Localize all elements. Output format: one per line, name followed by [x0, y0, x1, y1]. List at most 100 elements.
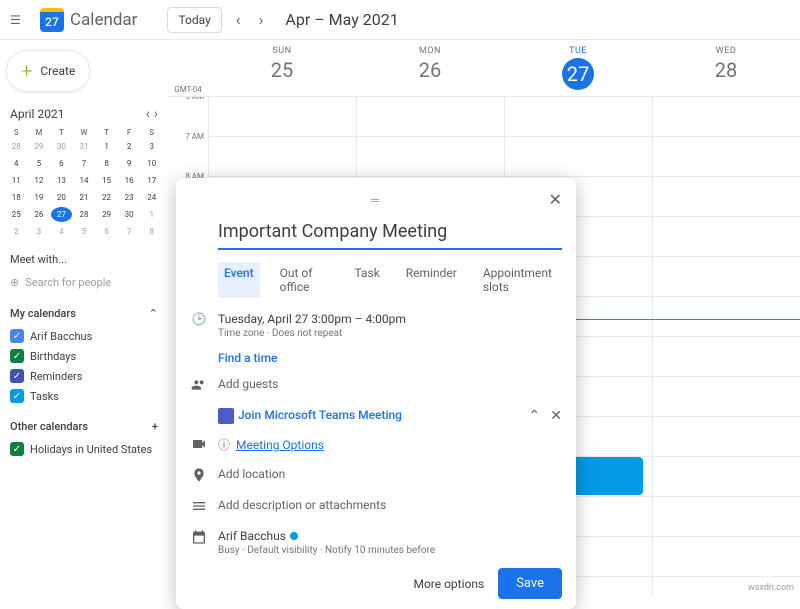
- mini-prev-button[interactable]: ‹: [146, 106, 150, 122]
- calendar-item[interactable]: ✓Birthdays: [6, 346, 162, 366]
- time-slot[interactable]: [653, 177, 800, 217]
- time-slot[interactable]: [209, 137, 356, 177]
- collapse-conference-button[interactable]: ⌃: [529, 408, 541, 424]
- calendar-item[interactable]: ✓Holidays in United States: [6, 439, 162, 459]
- time-slot[interactable]: [653, 417, 800, 457]
- time-slot[interactable]: [357, 97, 504, 137]
- search-people-input[interactable]: ⊕ Search for people: [6, 272, 162, 293]
- mini-day[interactable]: 27: [51, 207, 72, 222]
- add-description-input[interactable]: Add description or attachments: [218, 498, 562, 512]
- organizer-settings[interactable]: Busy · Default visibility · Notify 10 mi…: [218, 545, 562, 556]
- hamburger-icon[interactable]: ☰: [10, 13, 30, 27]
- checkbox-icon[interactable]: ✓: [10, 442, 24, 456]
- mini-day[interactable]: 22: [96, 190, 117, 205]
- mini-day[interactable]: 7: [74, 156, 95, 171]
- mini-day[interactable]: 1: [141, 207, 162, 222]
- mini-day[interactable]: 25: [6, 207, 27, 222]
- mini-day[interactable]: 5: [29, 156, 50, 171]
- mini-day[interactable]: 4: [51, 224, 72, 239]
- more-options-button[interactable]: More options: [413, 577, 484, 591]
- chevron-up-icon[interactable]: ⌃: [149, 307, 158, 320]
- time-slot[interactable]: [653, 337, 800, 377]
- event-title-input[interactable]: [218, 217, 562, 250]
- event-datetime[interactable]: Tuesday, April 27 3:00pm – 4:00pm: [218, 312, 562, 326]
- event-tz-repeat[interactable]: Time zone · Does not repeat: [218, 328, 562, 339]
- day-header[interactable]: WED28: [652, 40, 800, 96]
- other-calendars-label[interactable]: Other calendars: [10, 420, 88, 433]
- mini-day[interactable]: 30: [119, 207, 140, 222]
- day-header[interactable]: TUE27: [504, 40, 652, 96]
- mini-day[interactable]: 6: [96, 224, 117, 239]
- time-slot[interactable]: [653, 377, 800, 417]
- time-slot[interactable]: [653, 137, 800, 177]
- mini-day[interactable]: 9: [119, 156, 140, 171]
- app-logo[interactable]: 27 Calendar: [40, 8, 137, 32]
- mini-day[interactable]: 6: [51, 156, 72, 171]
- mini-day[interactable]: 7: [119, 224, 140, 239]
- close-dialog-button[interactable]: ✕: [549, 190, 562, 209]
- time-slot[interactable]: [653, 257, 800, 297]
- event-type-tab[interactable]: Out of office: [274, 262, 335, 298]
- time-slot[interactable]: [653, 97, 800, 137]
- time-slot[interactable]: [357, 137, 504, 177]
- prev-period-button[interactable]: ‹: [232, 6, 245, 33]
- mini-day[interactable]: 16: [119, 173, 140, 188]
- join-teams-link[interactable]: Join Microsoft Teams Meeting: [238, 408, 402, 422]
- checkbox-icon[interactable]: ✓: [10, 349, 24, 363]
- time-slot[interactable]: [653, 457, 800, 497]
- mini-day[interactable]: 21: [74, 190, 95, 205]
- calendar-item[interactable]: ✓Reminders: [6, 366, 162, 386]
- event-type-tab[interactable]: Appointment slots: [477, 262, 562, 298]
- mini-day[interactable]: 14: [74, 173, 95, 188]
- day-header[interactable]: SUN25: [208, 40, 356, 96]
- day-column[interactable]: [652, 97, 800, 597]
- mini-day[interactable]: 19: [29, 190, 50, 205]
- mini-day[interactable]: 28: [6, 139, 27, 154]
- time-slot[interactable]: [505, 137, 652, 177]
- checkbox-icon[interactable]: ✓: [10, 329, 24, 343]
- mini-day[interactable]: 18: [6, 190, 27, 205]
- event-type-tab[interactable]: Reminder: [400, 262, 463, 298]
- time-slot[interactable]: [505, 97, 652, 137]
- mini-day[interactable]: 13: [51, 173, 72, 188]
- find-time-link[interactable]: Find a time: [218, 351, 277, 365]
- event-type-tab[interactable]: Event: [218, 262, 260, 298]
- mini-day[interactable]: 15: [96, 173, 117, 188]
- mini-day[interactable]: 29: [29, 139, 50, 154]
- add-calendar-icon[interactable]: +: [152, 420, 158, 433]
- checkbox-icon[interactable]: ✓: [10, 369, 24, 383]
- time-slot[interactable]: [653, 497, 800, 537]
- my-calendars-label[interactable]: My calendars: [10, 307, 76, 320]
- event-type-tab[interactable]: Task: [348, 262, 385, 298]
- mini-day[interactable]: 8: [141, 224, 162, 239]
- mini-next-button[interactable]: ›: [154, 106, 158, 122]
- mini-day[interactable]: 1: [96, 139, 117, 154]
- next-period-button[interactable]: ›: [255, 6, 268, 33]
- time-slot[interactable]: [209, 97, 356, 137]
- mini-day[interactable]: 11: [6, 173, 27, 188]
- mini-day[interactable]: 29: [96, 207, 117, 222]
- remove-conference-button[interactable]: ✕: [550, 408, 562, 424]
- mini-day[interactable]: 5: [74, 224, 95, 239]
- mini-day[interactable]: 10: [141, 156, 162, 171]
- mini-day[interactable]: 31: [74, 139, 95, 154]
- add-location-input[interactable]: Add location: [218, 467, 562, 481]
- drag-handle-icon[interactable]: ═: [371, 193, 382, 207]
- mini-day[interactable]: 12: [29, 173, 50, 188]
- add-guests-input[interactable]: Add guests: [218, 377, 562, 391]
- today-button[interactable]: Today: [167, 7, 221, 33]
- mini-day[interactable]: 2: [119, 139, 140, 154]
- time-slot[interactable]: [653, 217, 800, 257]
- mini-day[interactable]: 17: [141, 173, 162, 188]
- mini-day[interactable]: 28: [74, 207, 95, 222]
- day-header[interactable]: MON26: [356, 40, 504, 96]
- time-slot[interactable]: [653, 537, 800, 577]
- time-slot[interactable]: [653, 297, 800, 337]
- create-button[interactable]: + Create: [6, 50, 90, 92]
- calendar-item[interactable]: ✓Tasks: [6, 386, 162, 406]
- mini-day[interactable]: 8: [96, 156, 117, 171]
- meeting-options-link[interactable]: Meeting Options: [236, 438, 324, 452]
- save-button[interactable]: Save: [498, 568, 562, 599]
- mini-day[interactable]: 20: [51, 190, 72, 205]
- mini-day[interactable]: 2: [6, 224, 27, 239]
